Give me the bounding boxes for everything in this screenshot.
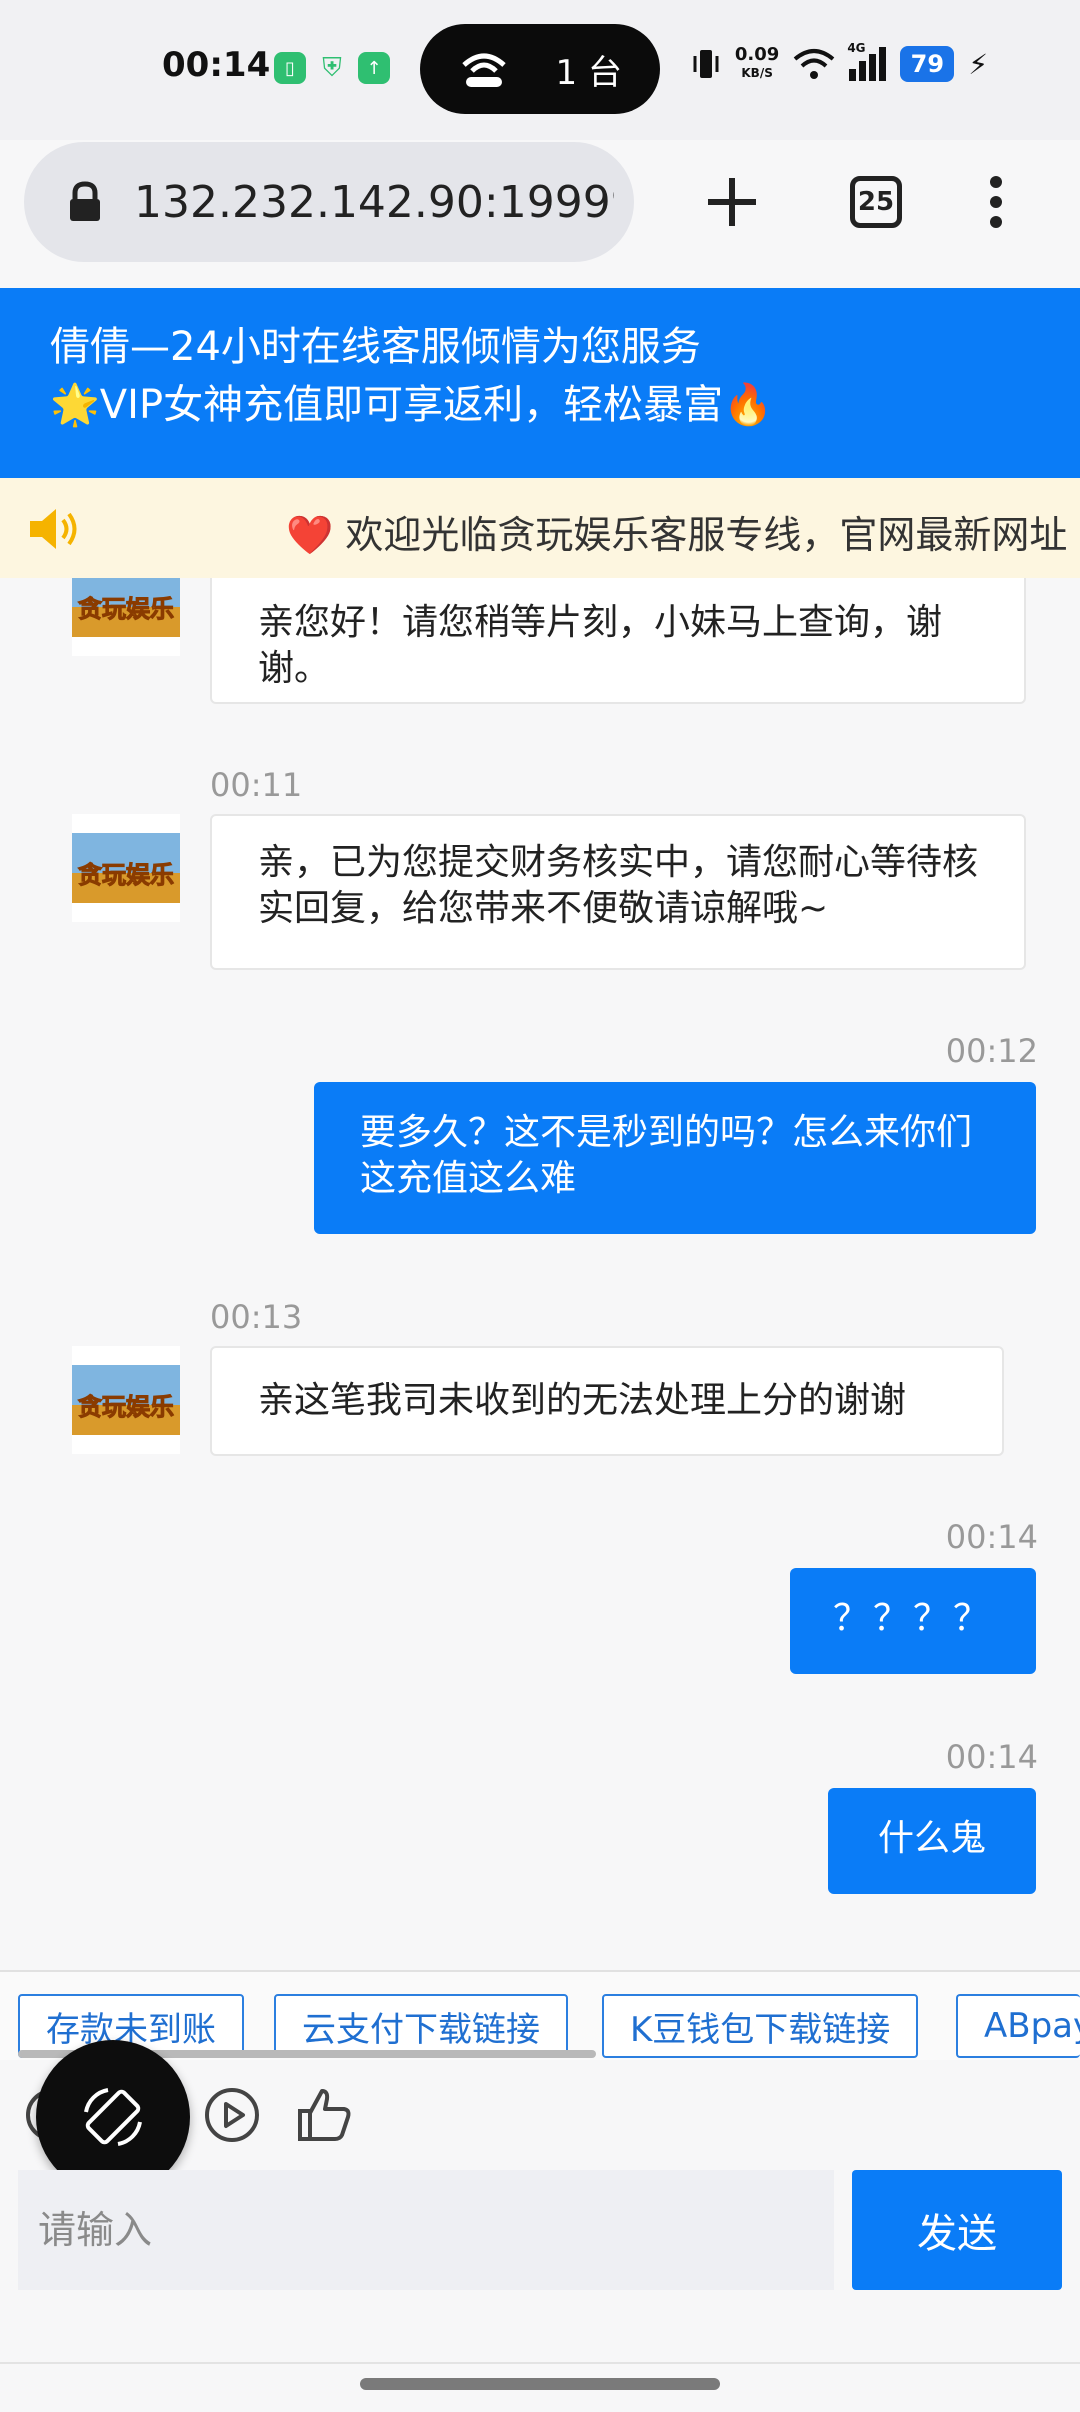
logo-text: 贪玩娱乐	[78, 595, 174, 623]
notice-text: ❤️ 欢迎光临贪玩娱乐客服专线，官网最新网址	[286, 504, 1067, 559]
notice-message: 欢迎光临贪玩娱乐客服专线，官网最新网址	[345, 513, 1068, 557]
notice-bar: ❤️ 欢迎光临贪玩娱乐客服专线，官网最新网址	[0, 478, 1080, 578]
heart-icon: ❤️	[286, 513, 334, 557]
like-button[interactable]	[294, 2085, 354, 2145]
tab-count: 25	[850, 176, 902, 228]
message-bubble-incoming: 亲您好！请您稍等片刻，小妹马上查询，谢谢。	[210, 578, 1026, 704]
network-speed-unit: KB/S	[741, 66, 773, 80]
hotspot-icon	[462, 53, 506, 87]
logo-text: 贪玩娱乐	[78, 1393, 174, 1421]
status-bar: 00:14 ▯ ⛨ ↑ 1 台 0.09 KB/S 4G 79 ⚡	[0, 0, 1080, 140]
message-bubble-outgoing: 要多久？这不是秒到的吗？怎么来你们这充值这么难	[314, 1082, 1036, 1234]
status-right-icons: 0.09 KB/S 4G 79 ⚡	[691, 41, 988, 82]
tab-switcher-button[interactable]: 25	[834, 160, 918, 244]
device-count: 1 台	[555, 52, 622, 93]
message-bubble-incoming: 亲这笔我司未收到的无法处理上分的谢谢	[210, 1346, 1004, 1456]
quick-reply-chip[interactable]: K豆钱包下载链接	[602, 1994, 919, 2058]
message-list[interactable]: 贪玩娱乐 亲您好！请您稍等片刻，小妹马上查询，谢谢。 00:11 贪玩娱乐 亲，…	[0, 578, 1080, 1970]
logo-icon: 贪玩娱乐	[72, 833, 180, 903]
wifi-icon	[794, 49, 835, 79]
message-timestamp: 00:11	[210, 766, 303, 804]
battery-indicator: 79	[900, 46, 955, 82]
message-input[interactable]	[18, 2170, 834, 2290]
message-timestamp: 00:12	[945, 1032, 1038, 1070]
network-speed: 0.09 KB/S	[735, 46, 779, 82]
status-notification-icons: ▯ ⛨ ↑	[274, 52, 390, 84]
speaker-icon	[30, 509, 77, 549]
message-timestamp: 00:13	[210, 1298, 303, 1336]
logo-icon: 贪玩娱乐	[72, 578, 180, 637]
url-text[interactable]: 132.232.142.90:19999/	[134, 177, 614, 228]
lock-icon	[70, 181, 100, 221]
logo-icon: 贪玩娱乐	[72, 1365, 180, 1435]
charging-icon: ⚡	[968, 47, 988, 81]
network-speed-value: 0.09	[734, 44, 780, 65]
quick-reply-chip[interactable]: 云支付下载链接	[274, 1994, 568, 2058]
address-bar[interactable]: 132.232.142.90:19999/	[24, 142, 634, 262]
header-line-1: 倩倩—24小时在线客服倾情为您服务	[50, 324, 701, 370]
logo-text: 贪玩娱乐	[78, 861, 174, 889]
more-vert-icon	[990, 176, 1002, 228]
divider	[0, 2362, 1080, 2364]
agent-avatar: 贪玩娱乐	[72, 814, 180, 922]
header-line-2: 🌟VIP女神充值即可享返利，轻松暴富🔥	[50, 382, 773, 428]
message-bubble-incoming: 亲，已为您提交财务核实中，请您耐心等待核实回复，给您带来不便敬请谅解哦~	[210, 814, 1026, 970]
battery-saver-icon: ▯	[274, 52, 306, 84]
message-bubble-outgoing: ？？？？	[790, 1568, 1036, 1674]
vibrate-icon	[693, 50, 719, 78]
send-button[interactable]: 发送	[852, 2170, 1062, 2290]
agent-avatar: 贪玩娱乐	[72, 1346, 180, 1454]
home-indicator[interactable]	[360, 2378, 720, 2390]
network-type: 4G	[847, 41, 866, 55]
video-button[interactable]	[202, 2085, 262, 2145]
quick-reply-bar[interactable]: 存款未到账 云支付下载链接 K豆钱包下载链接 ABpay	[0, 1970, 1080, 2060]
browser-menu-button[interactable]	[954, 160, 1038, 244]
shield-icon: ⛨	[322, 52, 342, 83]
plus-icon	[708, 178, 756, 226]
dynamic-island-pill[interactable]: 1 台	[420, 24, 660, 114]
agent-avatar: 贪玩娱乐	[72, 578, 180, 656]
upload-icon: ↑	[358, 52, 390, 84]
chat-header: 倩倩—24小时在线客服倾情为您服务 🌟VIP女神充值即可享返利，轻松暴富🔥	[0, 288, 1080, 478]
message-bubble-outgoing: 什么鬼	[828, 1788, 1036, 1894]
status-time: 00:14	[162, 45, 271, 85]
quick-reply-chip[interactable]: ABpay	[956, 1994, 1080, 2058]
thumbs-up-icon	[298, 2089, 351, 2141]
rotate-icon	[84, 2088, 142, 2146]
cell-signal-icon: 4G	[847, 41, 887, 81]
message-timestamp: 00:14	[945, 1518, 1038, 1556]
message-timestamp: 00:14	[945, 1738, 1038, 1776]
new-tab-button[interactable]	[690, 160, 774, 244]
play-icon	[205, 2088, 259, 2142]
